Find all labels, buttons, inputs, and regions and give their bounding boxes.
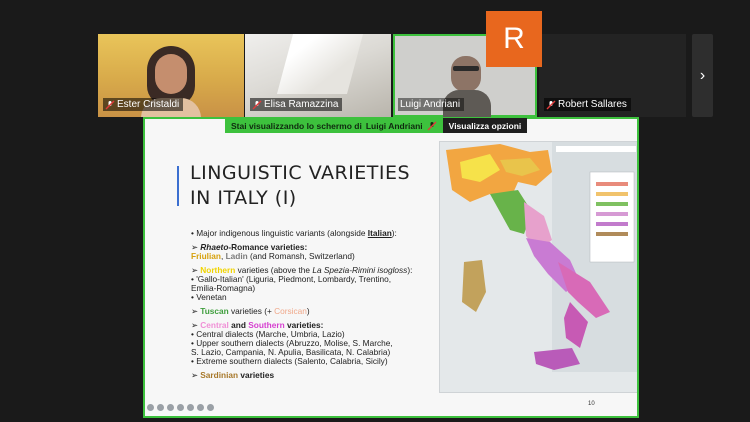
dialect-map-image <box>439 141 637 393</box>
participant-name-label: Ester Cristaldi <box>103 98 184 111</box>
slide-toolbar <box>147 404 214 411</box>
participant-name-label: Elisa Ramazzina <box>250 98 343 111</box>
participant-video <box>276 34 364 94</box>
back-icon[interactable] <box>147 404 154 411</box>
chevron-right-icon: › <box>699 66 706 84</box>
zoom-icon[interactable] <box>187 404 194 411</box>
share-info: Stai visualizzando lo schermo di Luigi A… <box>225 118 443 133</box>
screen-share-banner: Stai visualizzando lo schermo di Luigi A… <box>225 118 528 133</box>
mic-muted-icon <box>427 121 437 130</box>
mic-muted-icon <box>546 100 556 109</box>
participant-name-label: Luigi Andriani <box>398 98 465 111</box>
title-accent-bar <box>177 166 179 206</box>
eraser-icon[interactable] <box>167 404 174 411</box>
mic-muted-icon <box>252 100 262 109</box>
slide-title: LINGUISTIC VARIETIES IN ITALY (I) <box>190 162 411 209</box>
participant-tile[interactable]: Ester Cristaldi <box>98 34 244 117</box>
participant-name-label: Robert Sallares <box>544 98 631 111</box>
participant-tile[interactable]: Elisa Ramazzina <box>245 34 391 117</box>
pen-icon[interactable] <box>157 404 164 411</box>
shared-screen: LINGUISTIC VARIETIES IN ITALY (I) • Majo… <box>143 117 639 418</box>
slides-icon[interactable] <box>177 404 184 411</box>
next-page-button[interactable]: › <box>692 34 713 117</box>
presentation-slide: LINGUISTIC VARIETIES IN ITALY (I) • Majo… <box>145 119 637 416</box>
avatar: R <box>486 11 542 67</box>
participant-tile[interactable]: Robert Sallares <box>539 34 686 117</box>
forward-icon[interactable] <box>207 404 214 411</box>
page-number: 10 <box>588 401 595 407</box>
view-options-button[interactable]: Visualizza opzioni <box>442 118 528 133</box>
more-icon[interactable] <box>197 404 204 411</box>
mic-muted-icon <box>105 100 115 109</box>
